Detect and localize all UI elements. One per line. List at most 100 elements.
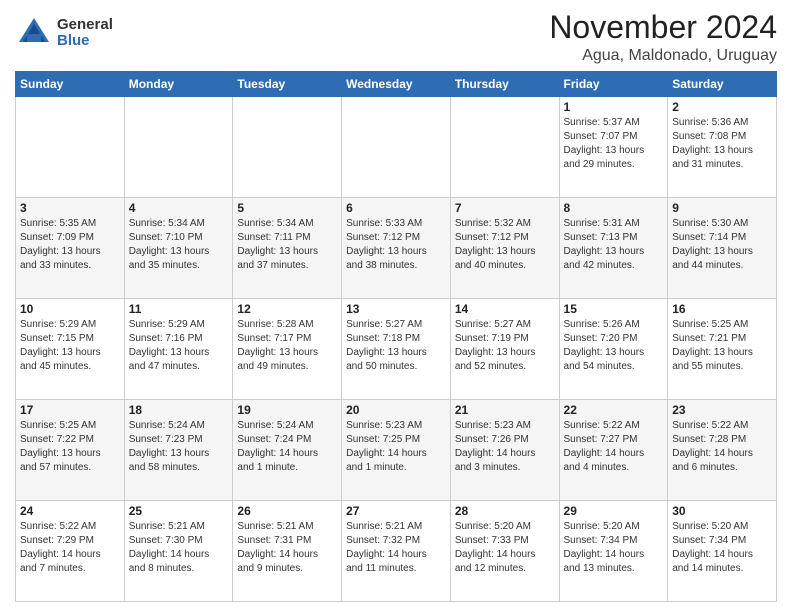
day-info: Sunrise: 5:22 AMSunset: 7:29 PMDaylight:… [20, 520, 120, 576]
calendar-cell: 11 Sunrise: 5:29 AMSunset: 7:16 PMDayligh… [124, 299, 233, 400]
day-number: 19 [237, 403, 337, 417]
day-number: 10 [20, 302, 120, 316]
logo: General Blue [15, 14, 113, 52]
day-number: 28 [455, 504, 555, 518]
page: General Blue November 2024 Agua, Maldona… [0, 0, 792, 612]
day-info: Sunrise: 5:30 AMSunset: 7:14 PMDaylight:… [672, 217, 772, 273]
day-number: 1 [564, 100, 664, 114]
day-info: Sunrise: 5:35 AMSunset: 7:09 PMDaylight:… [20, 217, 120, 273]
calendar-cell: 18Sunrise: 5:24 AMSunset: 7:23 PMDayligh… [124, 400, 233, 501]
day-number: 30 [672, 504, 772, 518]
day-number: 25 [129, 504, 229, 518]
day-info: Sunrise: 5:32 AMSunset: 7:12 PMDaylight:… [455, 217, 555, 273]
day-number: 27 [346, 504, 446, 518]
calendar-week-row: 1 Sunrise: 5:37 AMSunset: 7:07 PMDaylight… [16, 97, 777, 198]
calendar-cell: 23 Sunrise: 5:22 AMSunset: 7:28 PMDayligh… [668, 400, 777, 501]
weekday-header-thursday: Thursday [450, 72, 559, 97]
day-info: Sunrise: 5:22 AMSunset: 7:28 PMDaylight:… [672, 419, 772, 475]
day-info: Sunrise: 5:36 AMSunset: 7:08 PMDaylight:… [672, 116, 772, 172]
calendar-cell: 10 Sunrise: 5:29 AMSunset: 7:15 PMDayligh… [16, 299, 125, 400]
day-number: 14 [455, 302, 555, 316]
calendar-week-row: 3Sunrise: 5:35 AMSunset: 7:09 PMDaylight… [16, 198, 777, 299]
day-number: 17 [20, 403, 120, 417]
day-info: Sunrise: 5:27 AMSunset: 7:19 PMDaylight:… [455, 318, 555, 374]
calendar-cell: 15Sunrise: 5:26 AMSunset: 7:20 PMDayligh… [559, 299, 668, 400]
day-number: 21 [455, 403, 555, 417]
day-info: Sunrise: 5:27 AMSunset: 7:18 PMDaylight:… [346, 318, 446, 374]
day-info: Sunrise: 5:23 AMSunset: 7:26 PMDaylight:… [455, 419, 555, 475]
calendar-cell [342, 97, 451, 198]
day-info: Sunrise: 5:25 AMSunset: 7:22 PMDaylight:… [20, 419, 120, 475]
day-number: 6 [346, 201, 446, 215]
calendar-cell [233, 97, 342, 198]
weekday-header-saturday: Saturday [668, 72, 777, 97]
day-info: Sunrise: 5:31 AMSunset: 7:13 PMDaylight:… [564, 217, 664, 273]
day-info: Sunrise: 5:26 AMSunset: 7:20 PMDaylight:… [564, 318, 664, 374]
day-info: Sunrise: 5:20 AMSunset: 7:34 PMDaylight:… [672, 520, 772, 576]
day-number: 26 [237, 504, 337, 518]
day-number: 8 [564, 201, 664, 215]
calendar-cell: 26Sunrise: 5:21 AMSunset: 7:31 PMDayligh… [233, 501, 342, 602]
logo-text: General Blue [57, 17, 113, 50]
weekday-header-monday: Monday [124, 72, 233, 97]
calendar-cell: 16Sunrise: 5:25 AMSunset: 7:21 PMDayligh… [668, 299, 777, 400]
day-info: Sunrise: 5:34 AMSunset: 7:10 PMDaylight:… [129, 217, 229, 273]
day-info: Sunrise: 5:29 AMSunset: 7:15 PMDaylight:… [20, 318, 120, 374]
day-info: Sunrise: 5:20 AMSunset: 7:33 PMDaylight:… [455, 520, 555, 576]
logo-blue-text: Blue [57, 33, 113, 50]
calendar-cell: 22 Sunrise: 5:22 AMSunset: 7:27 PMDayligh… [559, 400, 668, 501]
calendar-cell [16, 97, 125, 198]
calendar-cell: 19Sunrise: 5:24 AMSunset: 7:24 PMDayligh… [233, 400, 342, 501]
day-number: 7 [455, 201, 555, 215]
day-info: Sunrise: 5:37 AMSunset: 7:07 PMDaylight:… [564, 116, 664, 172]
day-info: Sunrise: 5:21 AMSunset: 7:30 PMDaylight:… [129, 520, 229, 576]
calendar-cell: 2Sunrise: 5:36 AMSunset: 7:08 PMDaylight… [668, 97, 777, 198]
day-number: 4 [129, 201, 229, 215]
calendar-header-row: SundayMondayTuesdayWednesdayThursdayFrid… [16, 72, 777, 97]
calendar-cell: 24 Sunrise: 5:22 AMSunset: 7:29 PMDayligh… [16, 501, 125, 602]
day-number: 22 [564, 403, 664, 417]
day-number: 23 [672, 403, 772, 417]
day-info: Sunrise: 5:33 AMSunset: 7:12 PMDaylight:… [346, 217, 446, 273]
calendar-cell: 30 Sunrise: 5:20 AMSunset: 7:34 PMDayligh… [668, 501, 777, 602]
day-number: 9 [672, 201, 772, 215]
day-number: 16 [672, 302, 772, 316]
calendar-cell: 27 Sunrise: 5:21 AMSunset: 7:32 PMDayligh… [342, 501, 451, 602]
calendar-cell: 20Sunrise: 5:23 AMSunset: 7:25 PMDayligh… [342, 400, 451, 501]
calendar-cell: 3Sunrise: 5:35 AMSunset: 7:09 PMDaylight… [16, 198, 125, 299]
calendar-cell: 28 Sunrise: 5:20 AMSunset: 7:33 PMDayligh… [450, 501, 559, 602]
day-number: 24 [20, 504, 120, 518]
calendar-week-row: 24 Sunrise: 5:22 AMSunset: 7:29 PMDayligh… [16, 501, 777, 602]
day-info: Sunrise: 5:29 AMSunset: 7:16 PMDaylight:… [129, 318, 229, 374]
weekday-header-wednesday: Wednesday [342, 72, 451, 97]
day-number: 5 [237, 201, 337, 215]
day-number: 20 [346, 403, 446, 417]
day-number: 12 [237, 302, 337, 316]
day-number: 11 [129, 302, 229, 316]
calendar-week-row: 17 Sunrise: 5:25 AMSunset: 7:22 PMDayligh… [16, 400, 777, 501]
calendar-cell: 17 Sunrise: 5:25 AMSunset: 7:22 PMDayligh… [16, 400, 125, 501]
page-title: November 2024 [549, 10, 777, 45]
calendar-cell: 12Sunrise: 5:28 AMSunset: 7:17 PMDayligh… [233, 299, 342, 400]
calendar-week-row: 10 Sunrise: 5:29 AMSunset: 7:15 PMDayligh… [16, 299, 777, 400]
calendar-cell: 25 Sunrise: 5:21 AMSunset: 7:30 PMDayligh… [124, 501, 233, 602]
calendar-cell: 13 Sunrise: 5:27 AMSunset: 7:18 PMDayligh… [342, 299, 451, 400]
weekday-header-friday: Friday [559, 72, 668, 97]
calendar-cell: 14 Sunrise: 5:27 AMSunset: 7:19 PMDayligh… [450, 299, 559, 400]
weekday-header-sunday: Sunday [16, 72, 125, 97]
calendar-cell: 29Sunrise: 5:20 AMSunset: 7:34 PMDayligh… [559, 501, 668, 602]
calendar-cell [124, 97, 233, 198]
calendar-cell: 5 Sunrise: 5:34 AMSunset: 7:11 PMDaylight… [233, 198, 342, 299]
day-number: 13 [346, 302, 446, 316]
day-info: Sunrise: 5:22 AMSunset: 7:27 PMDaylight:… [564, 419, 664, 475]
calendar-cell: 1 Sunrise: 5:37 AMSunset: 7:07 PMDaylight… [559, 97, 668, 198]
day-info: Sunrise: 5:21 AMSunset: 7:32 PMDaylight:… [346, 520, 446, 576]
page-subtitle: Agua, Maldonado, Uruguay [549, 47, 777, 65]
day-number: 18 [129, 403, 229, 417]
logo-icon [15, 14, 53, 52]
day-info: Sunrise: 5:20 AMSunset: 7:34 PMDaylight:… [564, 520, 664, 576]
calendar-cell: 7 Sunrise: 5:32 AMSunset: 7:12 PMDaylight… [450, 198, 559, 299]
day-info: Sunrise: 5:34 AMSunset: 7:11 PMDaylight:… [237, 217, 337, 273]
calendar: SundayMondayTuesdayWednesdayThursdayFrid… [15, 71, 777, 602]
calendar-cell: 4 Sunrise: 5:34 AMSunset: 7:10 PMDaylight… [124, 198, 233, 299]
